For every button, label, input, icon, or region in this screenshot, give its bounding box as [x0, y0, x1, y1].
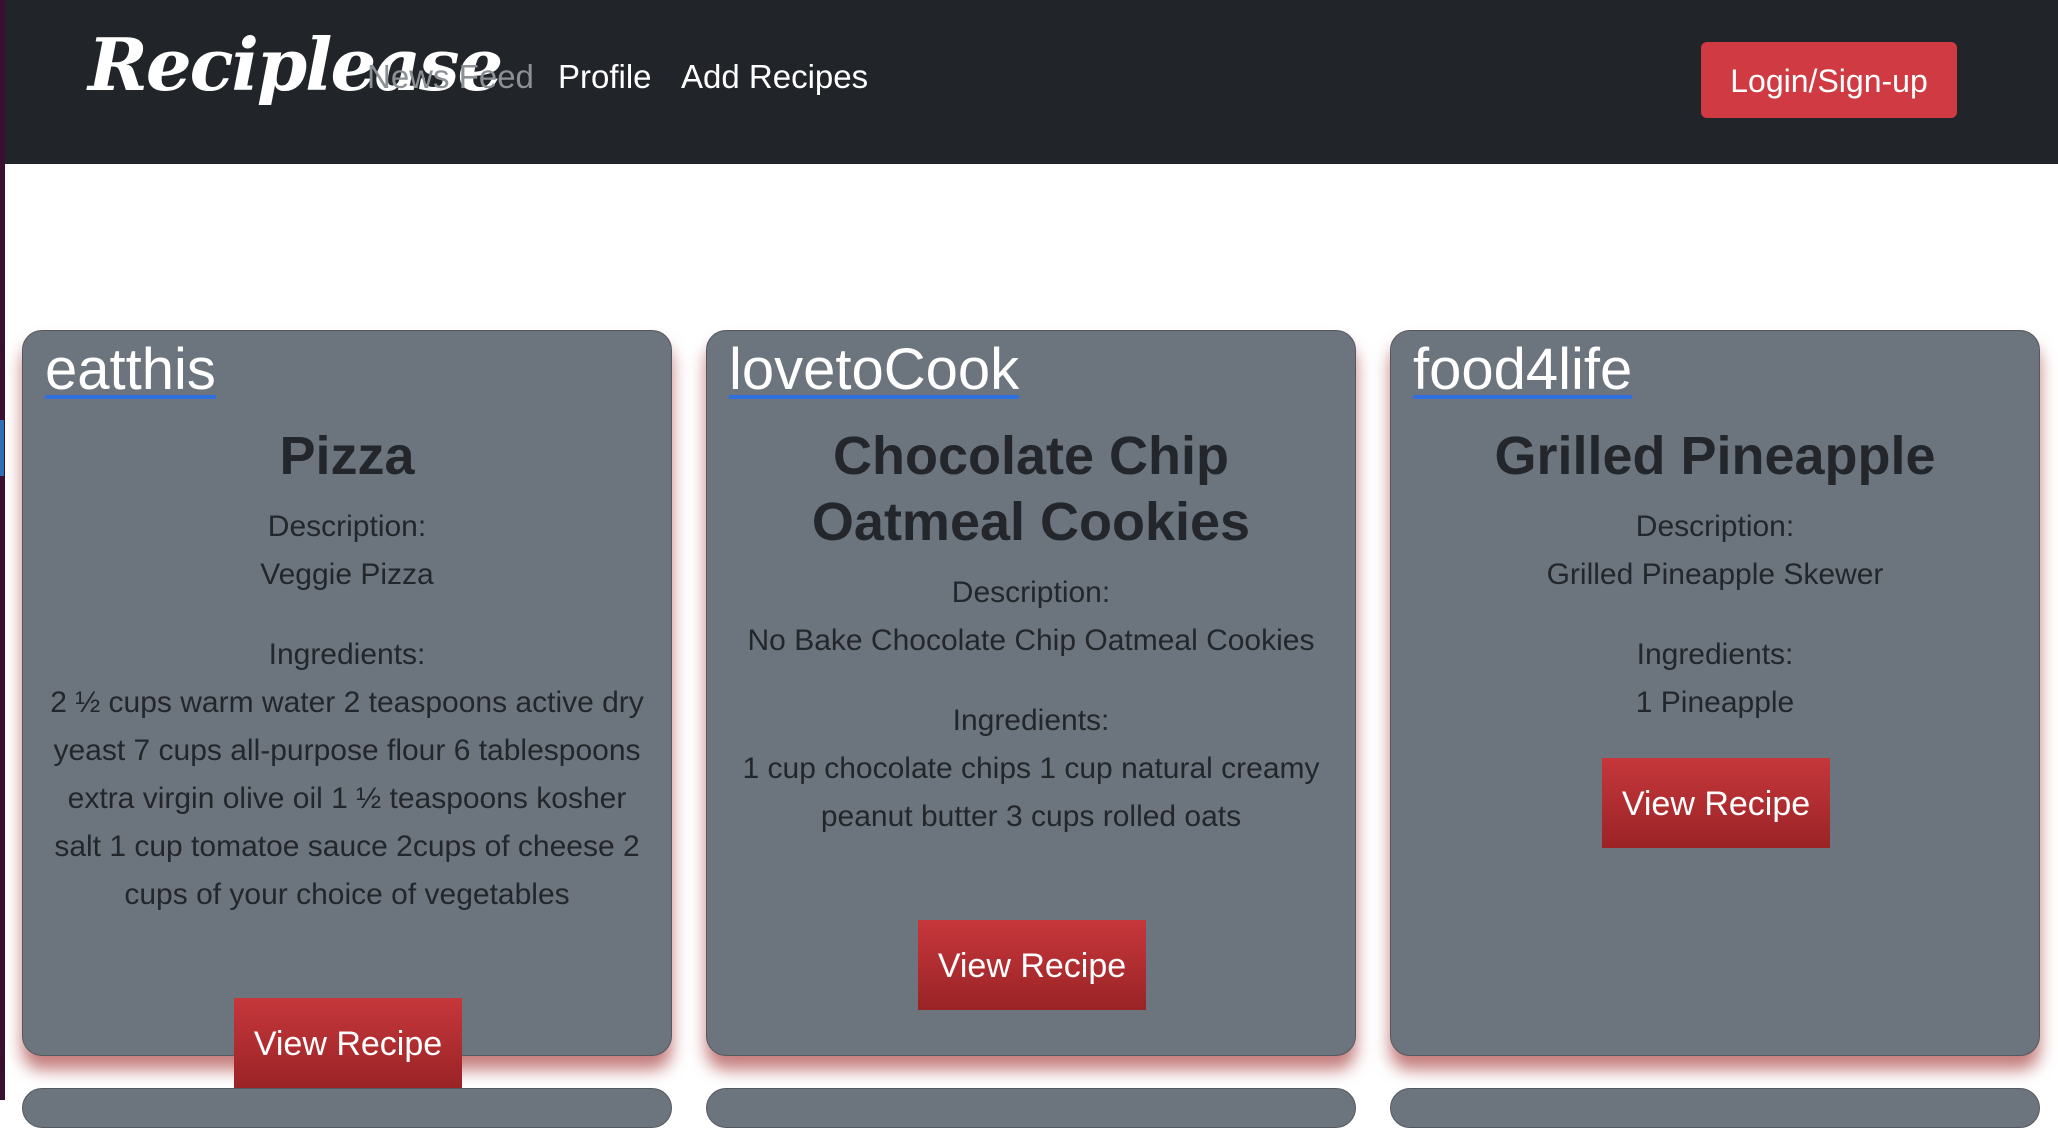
description-label: Description:: [951, 576, 1111, 609]
ingredients-label: Ingredients:: [952, 704, 1110, 737]
view-recipe-button[interactable]: View Recipe: [918, 920, 1146, 1010]
navbar: Reciplease News Feed Profile Add Recipes…: [5, 0, 2058, 164]
recipe-details: Description: Grilled Pineapple Skewer In…: [1411, 503, 2019, 727]
recipe-card: lovetoCook Chocolate Chip Oatmeal Cookie…: [706, 330, 1356, 1056]
recipe-author-link[interactable]: food4life: [1413, 336, 1632, 403]
login-signup-button[interactable]: Login/Sign-up: [1701, 42, 1957, 118]
recipe-author-link[interactable]: eatthis: [45, 336, 216, 403]
recipe-card: eatthis Pizza Description: Veggie Pizza …: [22, 330, 672, 1088]
nav-link-news-feed[interactable]: News Feed: [367, 58, 534, 96]
description-text: No Bake Chocolate Chip Oatmeal Cookies: [747, 624, 1315, 657]
window-edge-marker: [0, 420, 4, 476]
ingredients-text: 2 ½ cups warm water 2 teaspoons active d…: [50, 686, 644, 911]
ingredients-text: 1 Pineapple: [1635, 686, 1795, 719]
view-recipe-button[interactable]: View Recipe: [234, 998, 462, 1088]
window-edge: [0, 0, 5, 1100]
ingredients-label: Ingredients:: [268, 638, 426, 671]
view-recipe-button[interactable]: View Recipe: [1602, 758, 1830, 848]
description-text: Grilled Pineapple Skewer: [1546, 558, 1884, 591]
recipe-title: Chocolate Chip Oatmeal Cookies: [811, 426, 1251, 552]
recipe-card-partial: [1390, 1088, 2040, 1128]
ingredients-text: 1 cup chocolate chips 1 cup natural crea…: [742, 752, 1320, 833]
recipe-details: Description: No Bake Chocolate Chip Oatm…: [727, 569, 1335, 841]
recipe-card: food4life Grilled Pineapple Description:…: [1390, 330, 2040, 1056]
ingredients-label: Ingredients:: [1636, 638, 1794, 671]
nav-link-add-recipes[interactable]: Add Recipes: [681, 58, 868, 96]
description-label: Description:: [267, 510, 427, 543]
nav-link-profile[interactable]: Profile: [558, 58, 652, 96]
description-label: Description:: [1635, 510, 1795, 543]
recipe-card-partial: [22, 1088, 672, 1128]
recipe-author-link[interactable]: lovetoCook: [729, 336, 1019, 403]
description-text: Veggie Pizza: [260, 558, 434, 591]
recipe-details: Description: Veggie Pizza Ingredients: 2…: [43, 503, 651, 919]
recipe-title: Grilled Pineapple: [1494, 426, 1936, 486]
recipe-title: Pizza: [279, 426, 415, 486]
recipe-card-partial: [706, 1088, 1356, 1128]
